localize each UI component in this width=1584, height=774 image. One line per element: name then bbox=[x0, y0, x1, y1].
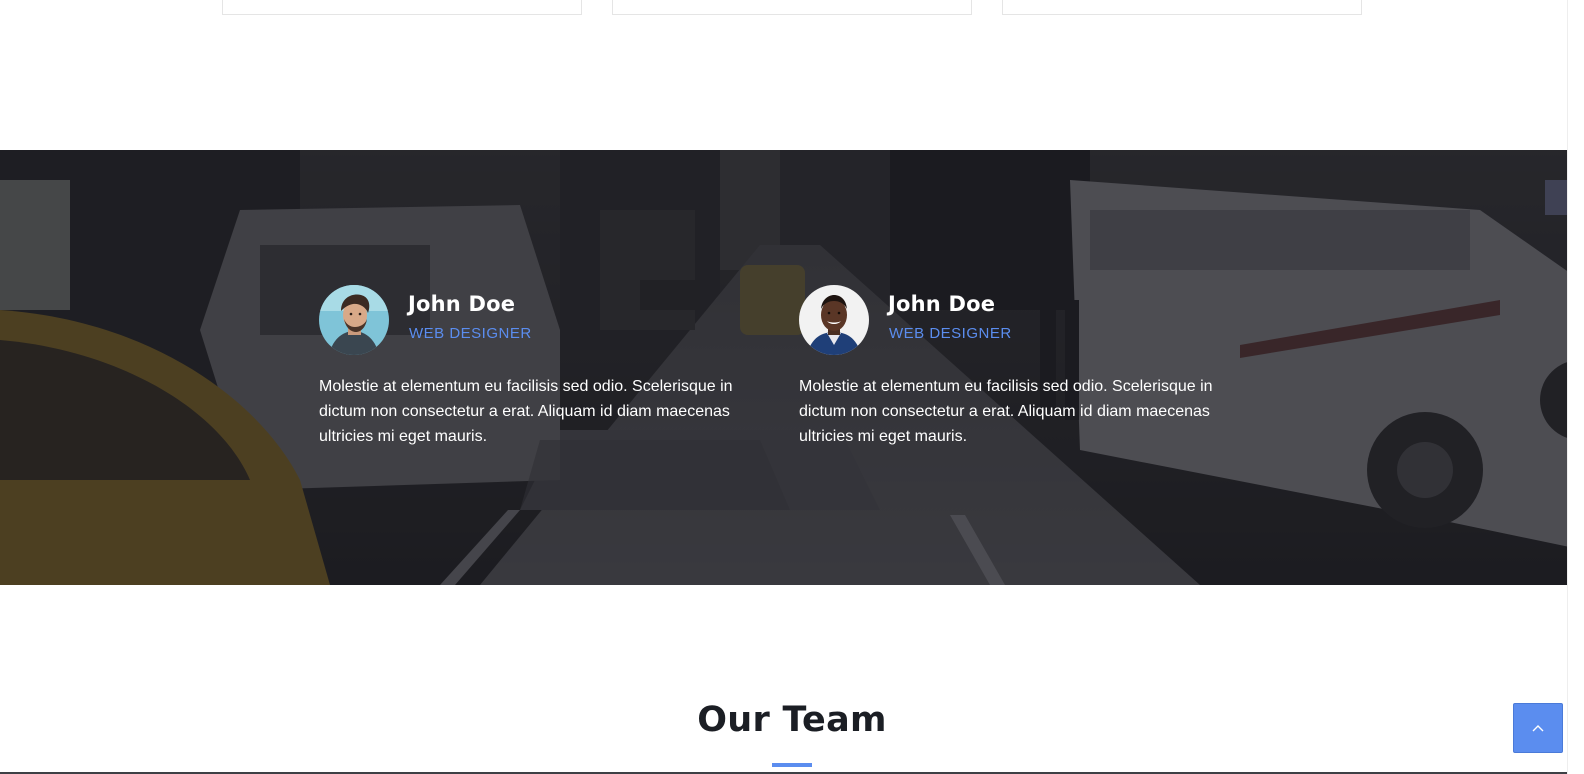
testimonial-author-role: WEB DESIGNER bbox=[889, 325, 1012, 342]
testimonial-author-name: John Doe bbox=[408, 292, 516, 316]
title-underline bbox=[772, 763, 812, 767]
feature-card bbox=[222, 0, 582, 15]
avatar-man-beard-icon bbox=[319, 285, 389, 355]
back-to-top-button[interactable] bbox=[1513, 703, 1563, 753]
testimonial-author-name: John Doe bbox=[888, 292, 996, 316]
background-overlay bbox=[0, 150, 1584, 585]
team-section-title: Our Team bbox=[697, 700, 887, 740]
testimonial-author-role: WEB DESIGNER bbox=[409, 325, 532, 342]
avatar bbox=[319, 285, 389, 355]
avatar-man-smiling-icon bbox=[799, 285, 869, 355]
testimonial-quote: Molestie at elementum eu facilisis sed o… bbox=[319, 378, 733, 445]
testimonials-section: John Doe WEB DESIGNER Molestie at elemen… bbox=[0, 150, 1584, 585]
scrollbar[interactable] bbox=[1567, 0, 1584, 774]
features-cards-row bbox=[222, 0, 1362, 15]
avatar bbox=[799, 285, 869, 355]
testimonial-quote: Molestie at elementum eu facilisis sed o… bbox=[799, 378, 1213, 445]
feature-card bbox=[1002, 0, 1362, 15]
chevron-up-icon bbox=[1532, 725, 1544, 732]
page: John Doe WEB DESIGNER Molestie at elemen… bbox=[0, 0, 1584, 774]
feature-card bbox=[612, 0, 972, 15]
